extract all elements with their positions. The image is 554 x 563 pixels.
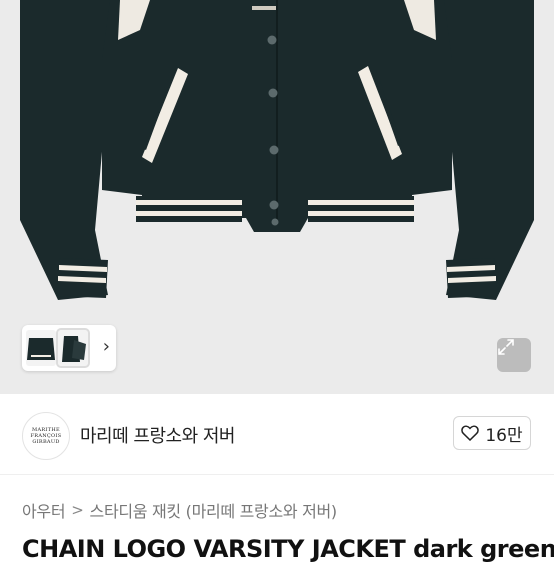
breadcrumb-separator: > xyxy=(71,501,84,519)
divider xyxy=(0,474,554,475)
breadcrumb: 아우터 > 스타디움 재킷 (마리떼 프랑소와 저버) xyxy=(22,498,337,522)
thumbnail-front[interactable] xyxy=(26,330,56,366)
shop-logo[interactable]: MARITHE FRANÇOIS GIRBAUD xyxy=(22,412,70,460)
chevron-right-icon[interactable]: › xyxy=(103,336,110,357)
thumbnail-side[interactable] xyxy=(56,328,90,368)
heart-icon xyxy=(461,425,480,441)
like-count: 16만 xyxy=(485,425,523,446)
shop-row[interactable]: MARITHE FRANÇOIS GIRBAUD 마리떼 프랑소와 저버 16만 xyxy=(0,394,554,474)
expand-icon[interactable] xyxy=(497,338,531,372)
like-button[interactable]: 16만 xyxy=(453,416,531,450)
product-hero: › xyxy=(0,0,554,394)
breadcrumb-level1[interactable]: 아우터 xyxy=(22,498,66,522)
product-title: CHAIN LOGO VARSITY JACKET dark green xyxy=(22,535,554,563)
shop-logo-text-3: GIRBAUD xyxy=(32,439,60,445)
thumbnail-strip[interactable]: › xyxy=(22,325,116,371)
shop-name[interactable]: 마리떼 프랑소와 저버 xyxy=(80,422,235,448)
breadcrumb-level2[interactable]: 스타디움 재킷 (마리떼 프랑소와 저버) xyxy=(90,498,338,522)
